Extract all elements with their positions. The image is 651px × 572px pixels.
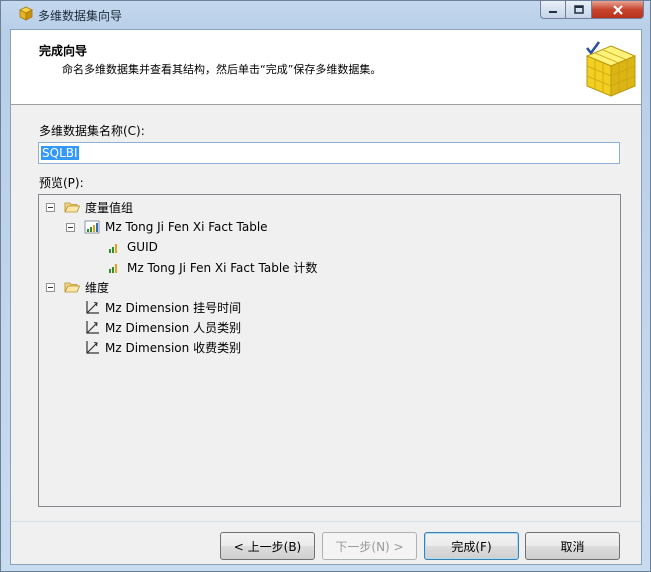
wizard-body: 完成向导 命名多维数据集并查看其结构，然后单击“完成”保存多维数据集。 多维数据…: [10, 29, 642, 565]
collapse-toggle-icon[interactable]: [66, 222, 75, 232]
minimize-button[interactable]: [540, 1, 566, 19]
dimension-icon: [86, 341, 99, 354]
tree-node-dimension-1[interactable]: Mz Dimension 挂号时间: [84, 297, 241, 317]
finish-button[interactable]: 完成(F): [424, 532, 519, 560]
tree-label: Mz Tong Ji Fen Xi Fact Table 计数: [127, 260, 318, 275]
tree-node-fact-table[interactable]: Mz Tong Ji Fen Xi Fact Table: [66, 217, 268, 237]
cube-name-value: SQLBI: [41, 146, 79, 160]
tree-label: Mz Dimension 人员类别: [105, 320, 242, 335]
maximize-icon: [573, 5, 584, 14]
collapse-toggle-icon[interactable]: [46, 202, 55, 212]
dimension-icon: [86, 321, 99, 334]
title-bar[interactable]: 多维数据集向导: [1, 1, 650, 27]
dimension-icon: [86, 301, 99, 314]
tree-node-dimension-2[interactable]: Mz Dimension 人员类别: [84, 317, 241, 337]
caption-buttons: [540, 1, 644, 19]
cube-app-icon: [19, 6, 33, 21]
tree-node-measure-guid[interactable]: GUID: [106, 237, 158, 257]
tree-label: Mz Dimension 收费类别: [105, 340, 242, 355]
close-button[interactable]: [592, 1, 644, 19]
measure-icon: [109, 244, 117, 253]
measure-group-icon: [84, 220, 100, 234]
page-description: 命名多维数据集并查看其结构，然后单击“完成”保存多维数据集。: [62, 63, 382, 76]
cancel-button[interactable]: 取消: [525, 532, 620, 560]
window-title: 多维数据集向导: [38, 9, 123, 23]
tree-node-measure-count[interactable]: Mz Tong Ji Fen Xi Fact Table 计数: [106, 257, 317, 277]
folder-open-icon: [64, 202, 80, 213]
measure-icon: [109, 264, 117, 273]
tree-label: 维度: [85, 280, 110, 295]
tree-label: Mz Tong Ji Fen Xi Fact Table: [105, 220, 268, 234]
preview-tree[interactable]: 度量值组 Mz Tong Ji Fen Xi Fact Table GUID M…: [38, 194, 621, 507]
tree-node-dimensions[interactable]: 维度: [46, 277, 109, 297]
tree-label: 度量值组: [85, 200, 134, 215]
tree-node-dimension-3[interactable]: Mz Dimension 收费类别: [84, 337, 241, 357]
wizard-window: 多维数据集向导 完成向导 命名多维数据集并查看其结构，然后单击“完成”保存多维数…: [0, 0, 651, 572]
close-icon: [612, 4, 623, 15]
cube-wizard-icon: [585, 41, 637, 97]
back-button[interactable]: < 上一步(B): [220, 532, 315, 560]
page-title: 完成向导: [39, 44, 88, 58]
tree-node-measure-groups[interactable]: 度量值组: [46, 197, 133, 217]
minimize-icon: [549, 10, 557, 13]
preview-label: 预览(P):: [39, 176, 84, 190]
folder-open-icon: [64, 282, 80, 293]
maximize-button[interactable]: [566, 1, 592, 19]
next-button[interactable]: 下一步(N) >: [322, 532, 417, 560]
tree-label: GUID: [127, 240, 158, 254]
wizard-header: 完成向导 命名多维数据集并查看其结构，然后单击“完成”保存多维数据集。: [11, 30, 641, 105]
collapse-toggle-icon[interactable]: [46, 282, 55, 292]
cube-name-input[interactable]: SQLBI: [38, 142, 620, 164]
footer-divider: [11, 521, 641, 522]
cube-name-label: 多维数据集名称(C):: [39, 124, 145, 138]
tree-label: Mz Dimension 挂号时间: [105, 300, 242, 315]
